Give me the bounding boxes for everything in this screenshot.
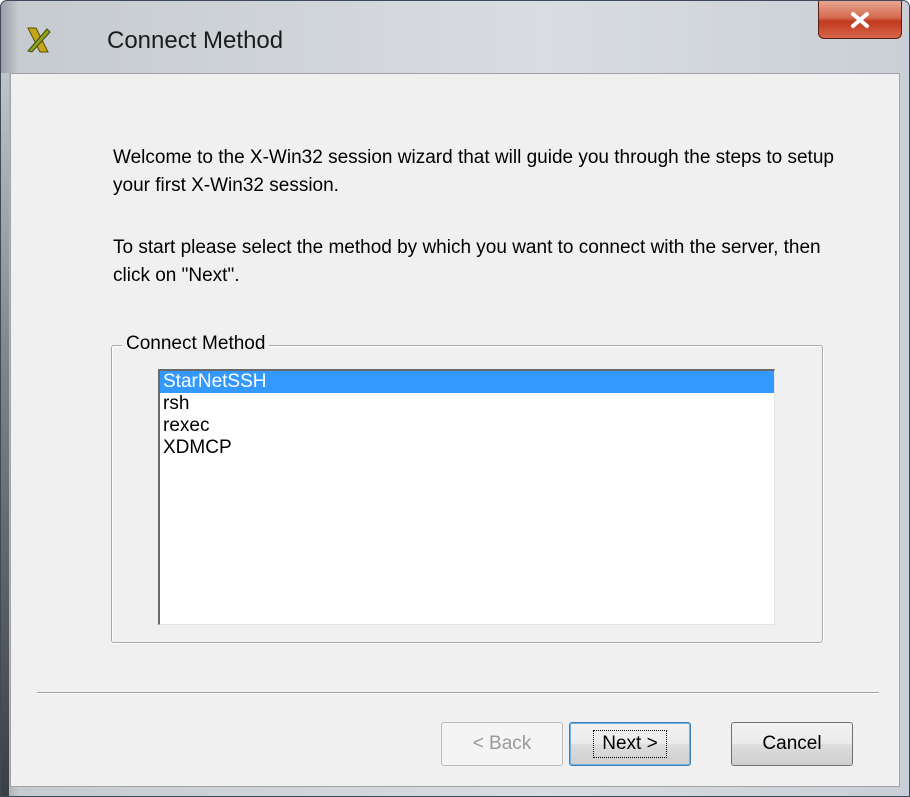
next-button[interactable]: Next > xyxy=(569,722,691,766)
list-item-rexec[interactable]: rexec xyxy=(160,415,774,437)
list-item-xdmcp[interactable]: XDMCP xyxy=(160,437,774,459)
title-bar[interactable]: Connect Method xyxy=(1,1,909,73)
instruction-text: To start please select the method by whi… xyxy=(113,237,821,286)
wizard-window: Connect Method Welcome to the X-Win32 se… xyxy=(0,0,910,797)
connect-method-group: Connect Method StarNetSSH rsh rexec XDMC… xyxy=(111,332,823,643)
window-title: Connect Method xyxy=(107,27,284,54)
close-button[interactable] xyxy=(818,1,902,39)
list-item-starnetssh[interactable]: StarNetSSH xyxy=(160,371,774,393)
window-frame-edge xyxy=(1,73,9,796)
button-separator xyxy=(37,692,879,694)
x-win32-icon xyxy=(27,27,51,53)
cancel-button-label: Cancel xyxy=(762,733,822,754)
next-button-label: Next > xyxy=(593,730,667,758)
dialog-body: Welcome to the X-Win32 session wizard th… xyxy=(10,73,900,787)
close-icon xyxy=(851,11,869,28)
back-button[interactable]: < Back xyxy=(441,722,563,766)
back-button-label: < Back xyxy=(472,733,532,754)
cancel-button[interactable]: Cancel xyxy=(731,722,853,766)
group-label: Connect Method xyxy=(122,332,270,356)
welcome-text: Welcome to the X-Win32 session wizard th… xyxy=(113,147,834,196)
list-item-rsh[interactable]: rsh xyxy=(160,393,774,415)
connect-method-list[interactable]: StarNetSSH rsh rexec XDMCP xyxy=(158,369,775,625)
